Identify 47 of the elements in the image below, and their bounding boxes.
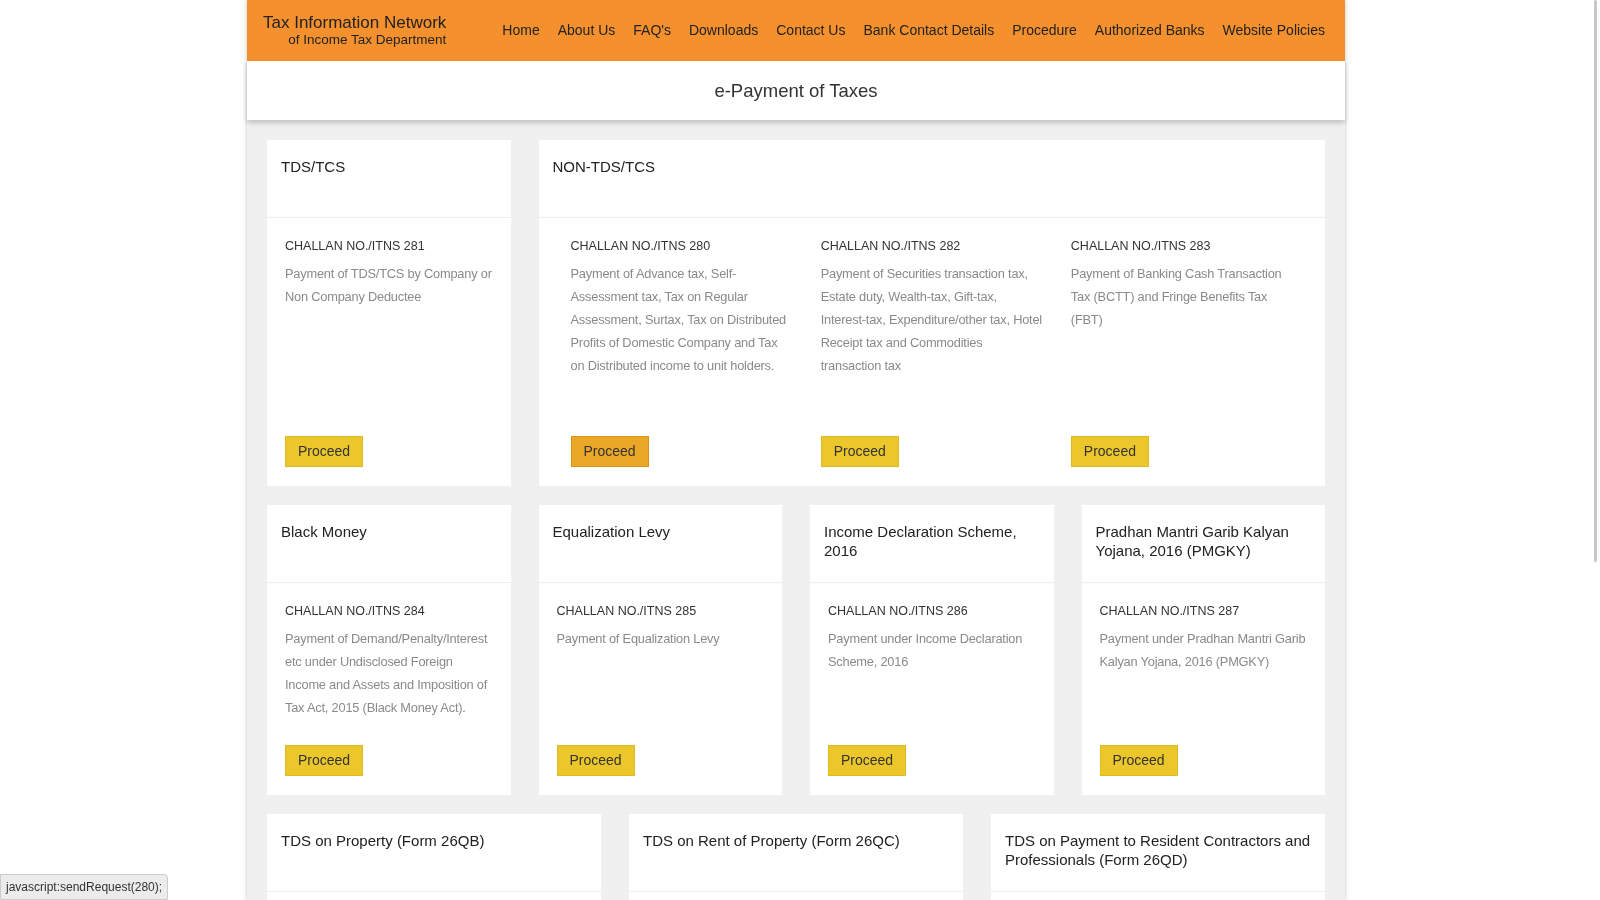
proceed-button[interactable]: Proceed xyxy=(1070,436,1149,467)
site-title: Tax Information Network xyxy=(263,14,447,32)
proceed-button[interactable]: Proceed xyxy=(828,745,907,776)
site-subtitle: of Income Tax Department xyxy=(288,33,447,47)
challan-description: Payment of Banking Cash Transaction Tax (BCTT) and Fringe Benefits Tax (FBT) xyxy=(1070,264,1283,329)
challan-number: CHALLAN NO./ITNS 283 xyxy=(1070,238,1212,255)
proceed-button[interactable]: Proceed xyxy=(285,436,364,467)
challan-description: Payment of Demand/Penalty/Interest etc under Undisclosed Foreign Income and Assets and Imposition of Tax Act, 2015 (Black Money Act). xyxy=(285,629,489,717)
proceed-button[interactable]: Proceed xyxy=(556,745,635,776)
challan-description: Payment of Securities transaction tax, Estate duty, Wealth-tax, Gift-tax, Interest-tax, Expenditure/other tax, Hotel Receipt tax and Commodities transaction tax xyxy=(820,264,1043,375)
card-title: Pradhan Mantri Garib Kalyan Yojana, 2016 (PMGKY) xyxy=(1095,522,1290,560)
nav-link[interactable]: Authorized Banks xyxy=(1094,20,1205,41)
card-title: NON-TDS/TCS xyxy=(552,157,656,176)
challan-description: Payment of Equalization Levy xyxy=(556,629,721,648)
challan-description: Payment under Income Declaration Scheme, 2016 xyxy=(828,629,1024,671)
nav-link[interactable]: Procedure xyxy=(1012,20,1077,41)
card-title: TDS on Rent of Property (Form 26QC) xyxy=(643,831,901,850)
challan-number: CHALLAN NO./ITNS 287 xyxy=(1099,603,1241,620)
challan-number: CHALLAN NO./ITNS 285 xyxy=(556,603,698,620)
nav-link[interactable]: Bank Contact Details xyxy=(863,20,995,41)
challan-number: CHALLAN NO./ITNS 284 xyxy=(285,603,426,620)
challan-number: CHALLAN NO./ITNS 282 xyxy=(820,238,962,255)
proceed-button[interactable]: Proceed xyxy=(820,436,899,467)
status-bar: javascript:sendRequest(280); xyxy=(0,874,169,900)
card-title: TDS/TCS xyxy=(281,157,347,176)
challan-description: Payment of Advance tax, Self-Assessment tax, Tax on Regular Assessment, Surtax, Tax on Distributed Profits of Domestic Company and Tax on Distributed income to unit holders. xyxy=(570,264,787,375)
card-title: Equalization Levy xyxy=(552,522,672,541)
page-title: e-Payment of Taxes xyxy=(714,78,878,103)
challan-number: CHALLAN NO./ITNS 286 xyxy=(828,603,969,620)
nav-link[interactable]: Contact Us xyxy=(776,20,846,41)
nav-link[interactable]: Home xyxy=(502,20,540,41)
proceed-button[interactable]: Proceed xyxy=(1099,745,1178,776)
nav-link[interactable]: FAQ's xyxy=(633,20,671,41)
card-title: Black Money xyxy=(281,522,368,541)
challan-description: Payment under Pradhan Mantri Garib Kalyan Yojana, 2016 (PMGKY) xyxy=(1099,629,1307,671)
challan-description: Payment of TDS/TCS by Company or Non Company Deductee xyxy=(285,264,493,306)
card-title: TDS on Property (Form 26QB) xyxy=(281,831,486,850)
challan-number: CHALLAN NO./ITNS 280 xyxy=(570,238,712,255)
nav-link[interactable]: About Us xyxy=(557,20,616,41)
nav-link[interactable]: Website Policies xyxy=(1222,20,1325,41)
card-title: TDS on Payment to Resident Contractors and Professionals (Form 26QD) xyxy=(1005,831,1311,869)
scrollbar-thumb[interactable] xyxy=(1594,0,1597,562)
challan-number: CHALLAN NO./ITNS 281 xyxy=(285,238,426,255)
card-title: Income Declaration Scheme, 2016 xyxy=(824,522,1018,560)
proceed-button[interactable]: Proceed xyxy=(570,436,649,467)
proceed-button[interactable]: Proceed xyxy=(285,745,364,776)
nav-link[interactable]: Downloads xyxy=(688,20,759,41)
